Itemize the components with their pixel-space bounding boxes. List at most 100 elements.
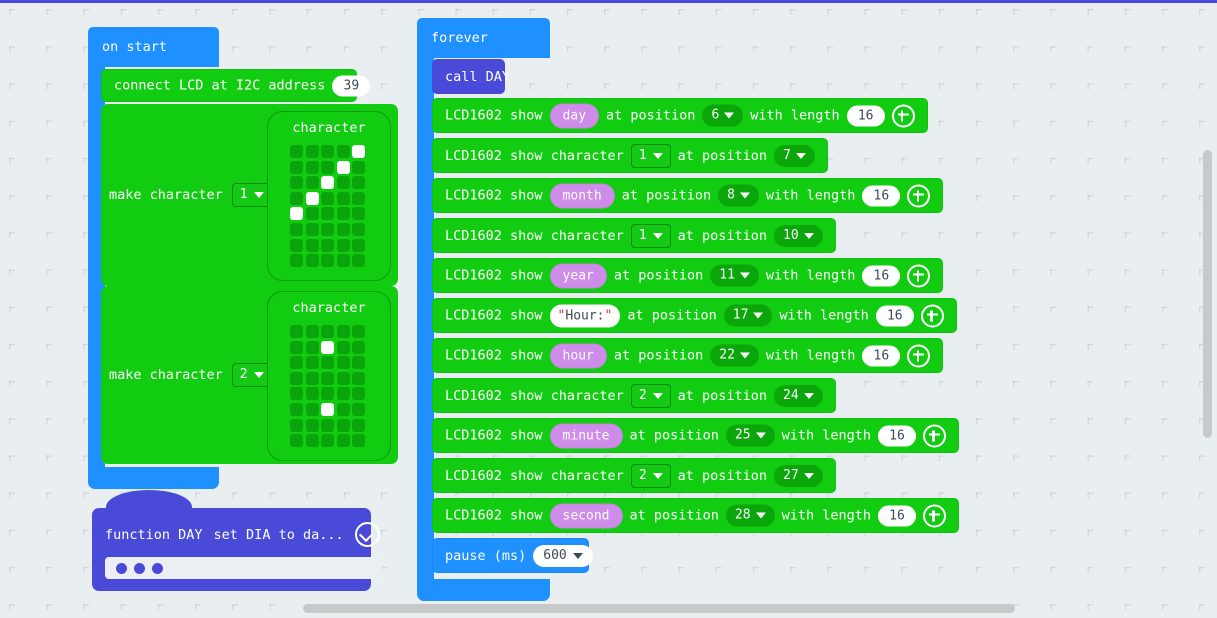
chevron-down-circle-icon[interactable] <box>354 522 380 547</box>
grid-cell-off[interactable] <box>352 191 366 205</box>
grid-cell-on[interactable] <box>336 160 350 174</box>
position-dropdown[interactable]: 11 <box>710 264 759 287</box>
grid-cell-off[interactable] <box>336 176 350 190</box>
character-1-grid[interactable] <box>290 145 366 268</box>
grid-cell-off[interactable] <box>290 434 303 448</box>
forever-hat[interactable]: forever <box>417 18 550 58</box>
grid-cell-off[interactable] <box>336 191 350 205</box>
connect-lcd-block[interactable]: connect LCD at I2C address 39 <box>101 69 371 102</box>
grid-cell-off[interactable] <box>290 340 303 354</box>
lcd-show-block[interactable]: LCD1602 show month at position 8 with length… <box>432 178 943 213</box>
grid-cell-off[interactable] <box>305 371 319 385</box>
grid-cell-off[interactable] <box>336 238 350 252</box>
grid-cell-off[interactable] <box>352 238 366 252</box>
grid-cell-off[interactable] <box>336 371 350 385</box>
grid-cell-off[interactable] <box>352 387 366 401</box>
character-1-grid-panel[interactable]: character <box>267 111 391 281</box>
length-field[interactable]: 16 <box>875 305 914 326</box>
grid-cell-off[interactable] <box>290 145 303 158</box>
grid-cell-off[interactable] <box>336 418 350 432</box>
length-field[interactable]: 16 <box>877 425 916 446</box>
grid-cell-off[interactable] <box>305 207 319 221</box>
grid-cell-off[interactable] <box>336 356 350 370</box>
lcd-show-block[interactable]: LCD1602 show hour at position 22 with length… <box>432 338 943 373</box>
add-icon[interactable] <box>907 184 931 207</box>
grid-cell-on[interactable] <box>305 191 319 205</box>
position-dropdown[interactable]: 7 <box>774 144 815 167</box>
grid-cell-off[interactable] <box>321 325 335 338</box>
character-index-dropdown[interactable]: 2 <box>630 463 671 488</box>
grid-cell-off[interactable] <box>305 254 319 268</box>
grid-cell-on[interactable] <box>321 176 335 190</box>
grid-cell-off[interactable] <box>290 356 303 370</box>
variable-pill-minute[interactable]: minute <box>549 423 623 448</box>
grid-cell-off[interactable] <box>336 340 350 354</box>
grid-cell-off[interactable] <box>336 222 350 236</box>
lcd-show-block[interactable]: LCD1602 show character 1 at position 7 <box>432 138 828 173</box>
lcd-show-block[interactable]: LCD1602 show character 2 at position 27 <box>432 458 836 493</box>
grid-cell-off[interactable] <box>352 434 366 448</box>
grid-cell-off[interactable] <box>352 207 366 221</box>
grid-cell-off[interactable] <box>352 325 366 338</box>
character-index-dropdown[interactable]: 1 <box>630 143 671 168</box>
grid-cell-off[interactable] <box>305 340 319 354</box>
grid-cell-off[interactable] <box>352 340 366 354</box>
grid-cell-off[interactable] <box>305 356 319 370</box>
grid-cell-off[interactable] <box>290 371 303 385</box>
call-day-block[interactable]: call DAY <box>432 59 510 94</box>
length-field[interactable]: 16 <box>862 185 901 206</box>
grid-cell-off[interactable] <box>336 434 350 448</box>
grid-cell-off[interactable] <box>321 387 335 401</box>
character-2-grid-panel[interactable]: character <box>267 291 391 461</box>
grid-cell-off[interactable] <box>290 325 303 338</box>
make-character-2-index[interactable]: 2 <box>231 363 272 387</box>
position-dropdown[interactable]: 24 <box>774 384 823 407</box>
function-day-collapsed-body[interactable] <box>105 557 382 579</box>
variable-pill-second[interactable]: second <box>549 503 623 528</box>
lcd-show-block[interactable]: LCD1602 show minute at position 25 with leng… <box>432 418 959 453</box>
lcd-show-block[interactable]: LCD1602 show character 1 at position 10 <box>432 218 836 253</box>
string-field[interactable]: "Hour:" <box>549 304 621 327</box>
length-field[interactable]: 16 <box>877 505 916 526</box>
add-icon[interactable] <box>907 344 931 367</box>
grid-cell-off[interactable] <box>336 207 350 221</box>
add-icon[interactable] <box>891 104 915 127</box>
grid-cell-off[interactable] <box>290 176 303 190</box>
grid-cell-off[interactable] <box>290 191 303 205</box>
grid-cell-off[interactable] <box>290 238 303 252</box>
lcd-show-block[interactable]: LCD1602 show "Hour:" at position 17 with len… <box>432 298 957 333</box>
variable-pill-hour[interactable]: hour <box>549 343 607 368</box>
grid-cell-off[interactable] <box>321 356 335 370</box>
make-character-1-index[interactable]: 1 <box>231 183 272 207</box>
add-icon[interactable] <box>920 304 944 327</box>
grid-cell-off[interactable] <box>290 387 303 401</box>
position-dropdown[interactable]: 8 <box>718 184 759 207</box>
grid-cell-off[interactable] <box>336 402 350 416</box>
grid-cell-on[interactable] <box>321 340 335 354</box>
grid-cell-off[interactable] <box>321 191 335 205</box>
grid-cell-off[interactable] <box>321 207 335 221</box>
grid-cell-on[interactable] <box>290 207 303 221</box>
grid-cell-off[interactable] <box>305 387 319 401</box>
grid-cell-off[interactable] <box>305 418 319 432</box>
i2c-address-field[interactable]: 39 <box>332 75 371 96</box>
grid-cell-on[interactable] <box>352 145 366 158</box>
grid-cell-off[interactable] <box>305 434 319 448</box>
grid-cell-off[interactable] <box>352 356 366 370</box>
grid-cell-off[interactable] <box>321 371 335 385</box>
character-index-dropdown[interactable]: 1 <box>630 223 671 248</box>
grid-cell-off[interactable] <box>336 145 350 158</box>
grid-cell-off[interactable] <box>321 254 335 268</box>
grid-cell-off[interactable] <box>290 254 303 268</box>
character-index-dropdown[interactable]: 2 <box>630 383 671 408</box>
horizontal-scrollbar[interactable] <box>303 604 1015 613</box>
variable-pill-day[interactable]: day <box>549 103 600 128</box>
position-dropdown[interactable]: 27 <box>774 464 823 487</box>
grid-cell-off[interactable] <box>352 222 366 236</box>
add-icon[interactable] <box>922 424 946 447</box>
grid-cell-off[interactable] <box>352 418 366 432</box>
grid-cell-off[interactable] <box>352 160 366 174</box>
lcd-show-block[interactable]: LCD1602 show day at position 6 with length 16 <box>432 98 928 133</box>
grid-cell-off[interactable] <box>305 176 319 190</box>
grid-cell-off[interactable] <box>336 387 350 401</box>
